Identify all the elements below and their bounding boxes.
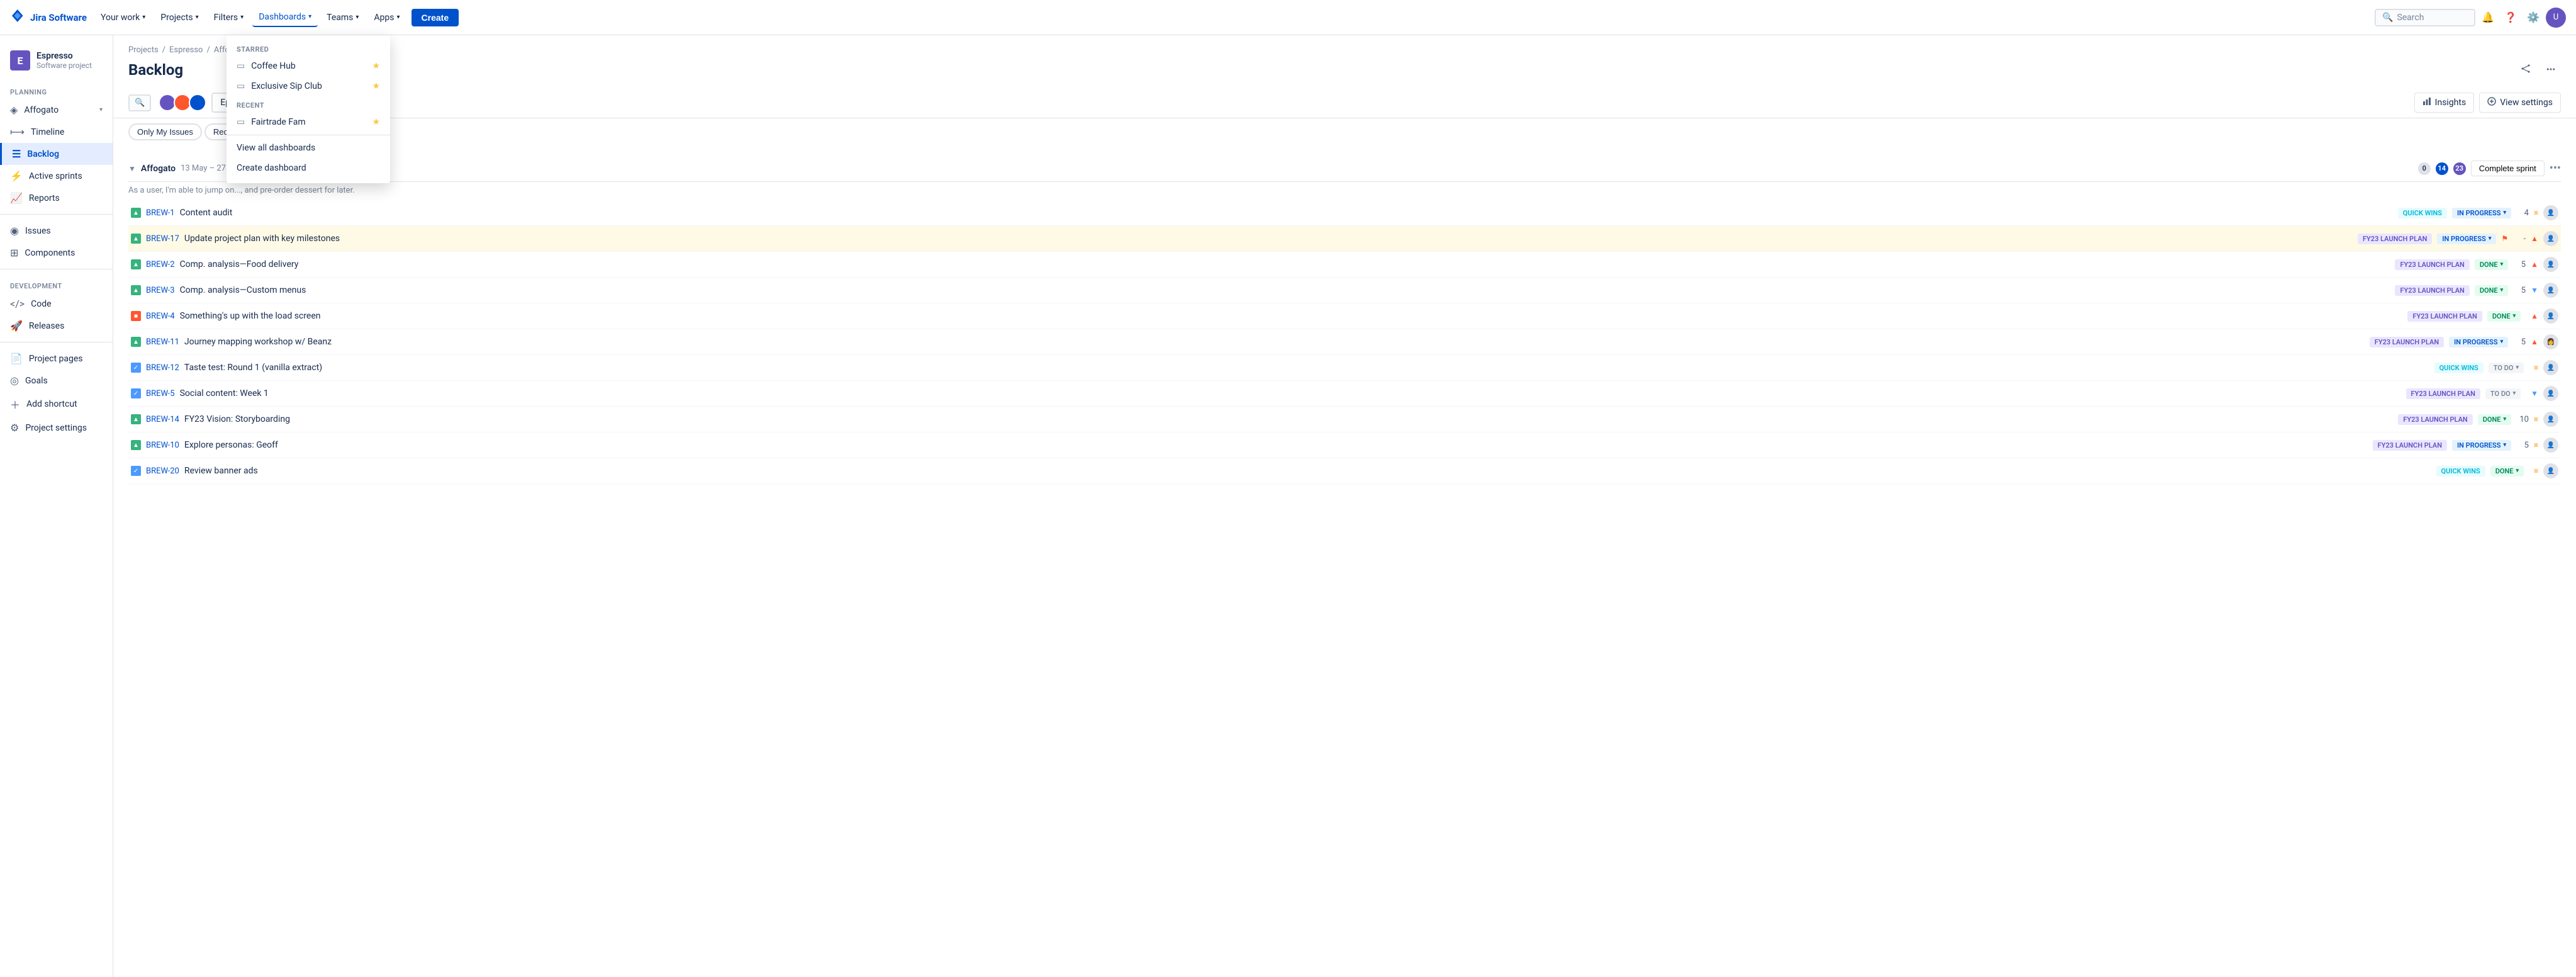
- dashboard-fairtrade-label: Fairtrade Fam: [251, 117, 305, 127]
- dashboard-coffee-hub[interactable]: ▭ Coffee Hub ★: [227, 56, 390, 76]
- dashboard-coffee-hub-label: Coffee Hub: [251, 61, 296, 71]
- starred-section-label: STARRED: [227, 40, 390, 56]
- star-icon: ★: [372, 81, 380, 91]
- dashboard-icon: ▭: [237, 61, 245, 71]
- dashboard-exclusive-sip[interactable]: ▭ Exclusive Sip Club ★: [227, 76, 390, 96]
- dashboard-icon: ▭: [237, 81, 245, 91]
- dashboard-fairtrade-fam[interactable]: ▭ Fairtrade Fam ★: [227, 112, 390, 132]
- recent-section-label: RECENT: [227, 96, 390, 112]
- dashboard-icon: ▭: [237, 117, 245, 127]
- dashboard-exclusive-sip-label: Exclusive Sip Club: [251, 81, 322, 91]
- star-icon: ★: [372, 117, 380, 127]
- create-dashboard-link[interactable]: Create dashboard: [227, 158, 390, 178]
- dashboards-dropdown: STARRED ▭ Coffee Hub ★ ▭ Exclusive Sip C…: [227, 35, 390, 183]
- view-all-dashboards-link[interactable]: View all dashboards: [227, 138, 390, 158]
- star-icon: ★: [372, 61, 380, 71]
